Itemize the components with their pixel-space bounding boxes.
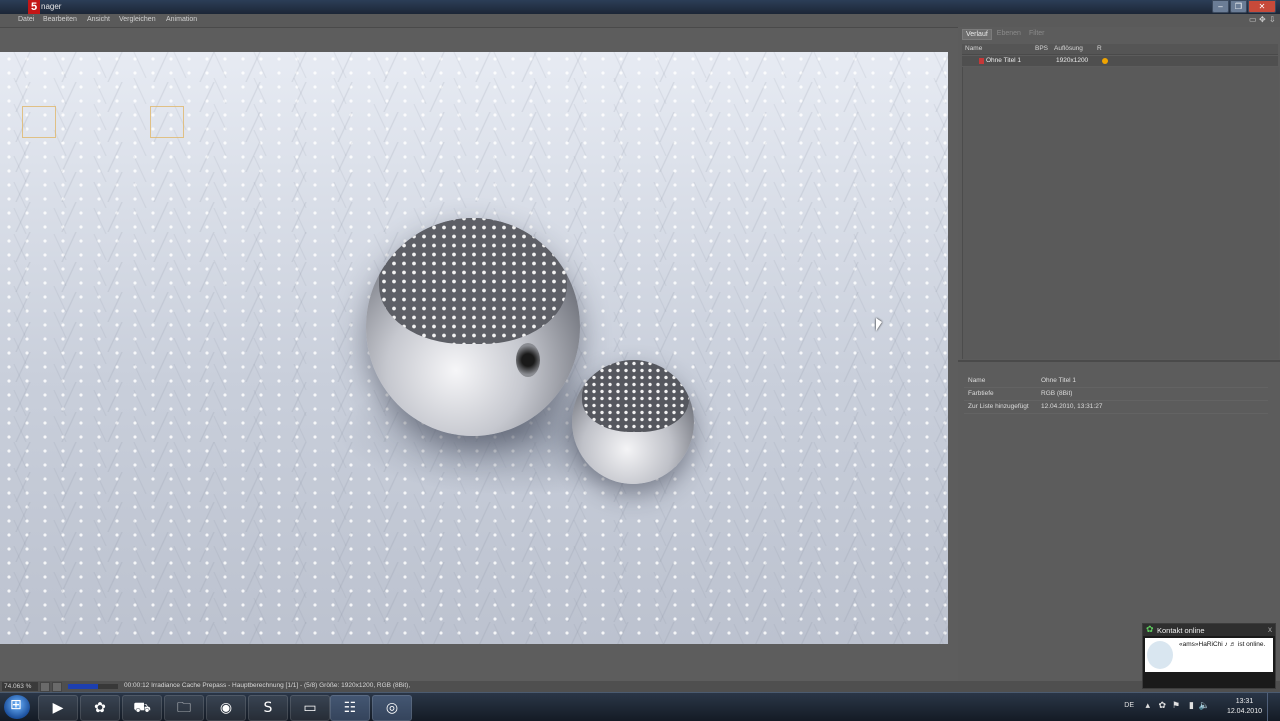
- app-logo-icon[interactable]: 5: [28, 0, 40, 14]
- menu-animation[interactable]: Animation: [166, 16, 197, 23]
- minimize-button[interactable]: –: [1212, 0, 1229, 13]
- notification-text: «ams»HaRiChi ♪ ♬ ist online.: [1179, 641, 1266, 648]
- zoom-in-button[interactable]: [52, 682, 62, 692]
- close-icon[interactable]: x: [1268, 625, 1272, 634]
- notification-header: ✿ Kontakt online x: [1143, 624, 1275, 636]
- taskbar-app-monitor[interactable]: ▭: [290, 695, 330, 721]
- flag-icon[interactable]: ⚑: [1172, 701, 1180, 711]
- maximize-button[interactable]: ❐: [1230, 0, 1247, 13]
- dotted-reflection: [581, 360, 690, 432]
- tab-filter[interactable]: Filter: [1026, 29, 1048, 40]
- menu-vergleichen[interactable]: Vergleichen: [119, 16, 156, 23]
- taskbar-app-icq[interactable]: ✿: [80, 695, 120, 721]
- render-bucket: [22, 106, 56, 138]
- icq-tray-icon[interactable]: ✿: [1158, 701, 1166, 711]
- status-text: 00:00:12 Irradiance Cache Prepass - Haup…: [124, 682, 411, 689]
- zoom-out-button[interactable]: [40, 682, 50, 692]
- tab-verlauf[interactable]: Verlauf: [962, 29, 992, 40]
- menu-bar: Datei Bearbeiten Ansicht Vergleichen Ani…: [0, 14, 1280, 28]
- small-chrome-sphere: [572, 360, 694, 484]
- volume-icon[interactable]: 🔈: [1199, 701, 1210, 711]
- taskbar-app-skype[interactable]: S: [248, 695, 288, 721]
- info-value: 12.04.2010, 13:31:27: [1041, 403, 1103, 410]
- taskbar-app-cinema4d[interactable]: ☷: [330, 695, 370, 721]
- show-hidden-icons-icon[interactable]: ▴: [1145, 701, 1150, 711]
- move-icon[interactable]: ✥: [1259, 15, 1266, 24]
- large-chrome-sphere: [366, 218, 580, 436]
- avatar: [1147, 641, 1173, 669]
- notification-title: Kontakt online: [1157, 626, 1205, 635]
- taskbar-app-firefox[interactable]: ◉: [206, 695, 246, 721]
- info-label: Name: [968, 377, 986, 384]
- close-button[interactable]: ✕: [1248, 0, 1276, 13]
- window-title: nager: [41, 2, 62, 11]
- tab-ebenen[interactable]: Ebenen: [994, 29, 1024, 40]
- side-panel: Verlauf Ebenen Filter Name BPS Auflösung…: [958, 27, 1280, 681]
- info-row: Zur Liste hinzugefügt 12.04.2010, 13:31:…: [964, 401, 1268, 414]
- info-table: Name Ohne Titel 1 Farbtiefe RGB (8Bit) Z…: [964, 375, 1268, 414]
- history-list-header: Name BPS Auflösung R: [962, 44, 1278, 55]
- sphere-reflection: [516, 343, 540, 377]
- layout-icon[interactable]: ▭: [1249, 15, 1257, 24]
- row-resolution: 1920x1200: [1056, 57, 1089, 64]
- panel-tabs: Verlauf Ebenen Filter: [962, 29, 1048, 40]
- dotted-reflection: [378, 218, 568, 345]
- status-bar: 74.063 % 00:00:12 Irradiance Cache Prepa…: [0, 681, 1280, 692]
- clock[interactable]: 13:31 12.04.2010: [1227, 697, 1262, 717]
- taskbar-app-media[interactable]: ▶: [38, 695, 78, 721]
- start-button[interactable]: [4, 695, 30, 719]
- taskbar-app-picture-viewer[interactable]: ◎: [372, 695, 412, 721]
- history-list-row[interactable]: Ohne Titel 1 1920x1200: [962, 56, 1278, 66]
- column-name[interactable]: Name: [965, 45, 982, 52]
- contact-online-notification[interactable]: ✿ Kontakt online x «ams»HaRiChi ♪ ♬ ist …: [1142, 623, 1276, 689]
- render-progress-bar: [68, 684, 118, 689]
- panel-layout-icons: ▭ ✥ ⇩: [1249, 15, 1276, 24]
- info-value: Ohne Titel 1: [1041, 377, 1077, 384]
- panel-divider[interactable]: [958, 360, 1280, 362]
- progress-fill: [68, 684, 98, 689]
- history-list: [962, 67, 1279, 359]
- language-indicator[interactable]: DE: [1124, 702, 1134, 709]
- clock-date: 12.04.2010: [1226, 708, 1262, 715]
- menu-bearbeiten[interactable]: Bearbeiten: [43, 16, 77, 23]
- menu-datei[interactable]: Datei: [18, 16, 34, 23]
- clock-time: 13:31: [1235, 698, 1254, 705]
- render-icon: [979, 58, 984, 64]
- dock-icon[interactable]: ⇩: [1269, 15, 1276, 24]
- info-value: RGB (8Bit): [1041, 390, 1073, 397]
- info-row: Farbtiefe RGB (8Bit): [964, 388, 1268, 401]
- zoom-field[interactable]: 74.063 %: [2, 682, 38, 691]
- column-bps[interactable]: BPS: [1035, 45, 1048, 52]
- taskbar-app-explorer[interactable]: 🗀: [164, 695, 204, 721]
- column-r[interactable]: R: [1097, 45, 1102, 52]
- flower-icon: ✿: [1146, 625, 1154, 635]
- info-label: Farbtiefe: [968, 390, 994, 397]
- info-row: Name Ohne Titel 1: [964, 375, 1268, 388]
- render-viewport[interactable]: [0, 52, 948, 644]
- menu-ansicht[interactable]: Ansicht: [87, 16, 110, 23]
- mouse-cursor-icon: [876, 318, 882, 331]
- render-bucket: [150, 106, 184, 138]
- info-label: Zur Liste hinzugefügt: [968, 403, 1029, 410]
- status-dot-icon: [1102, 58, 1108, 64]
- column-resolution[interactable]: Auflösung: [1054, 45, 1083, 52]
- taskbar: ▶ ✿ ⛟ 🗀 ◉ S ▭ ☷ ◎ DE ▴ ✿ ⚑ ▮ 🔈 13:31 12.…: [0, 692, 1280, 721]
- row-name: Ohne Titel 1: [986, 57, 1022, 64]
- title-bar: 5 nager – ❐ ✕: [0, 0, 1280, 14]
- notification-body: «ams»HaRiChi ♪ ♬ ist online.: [1145, 638, 1273, 672]
- window-controls: – ❐ ✕: [1212, 0, 1276, 13]
- network-icon[interactable]: ▮: [1189, 701, 1194, 711]
- taskbar-app-network[interactable]: ⛟: [122, 695, 162, 721]
- show-desktop-button[interactable]: [1267, 693, 1280, 721]
